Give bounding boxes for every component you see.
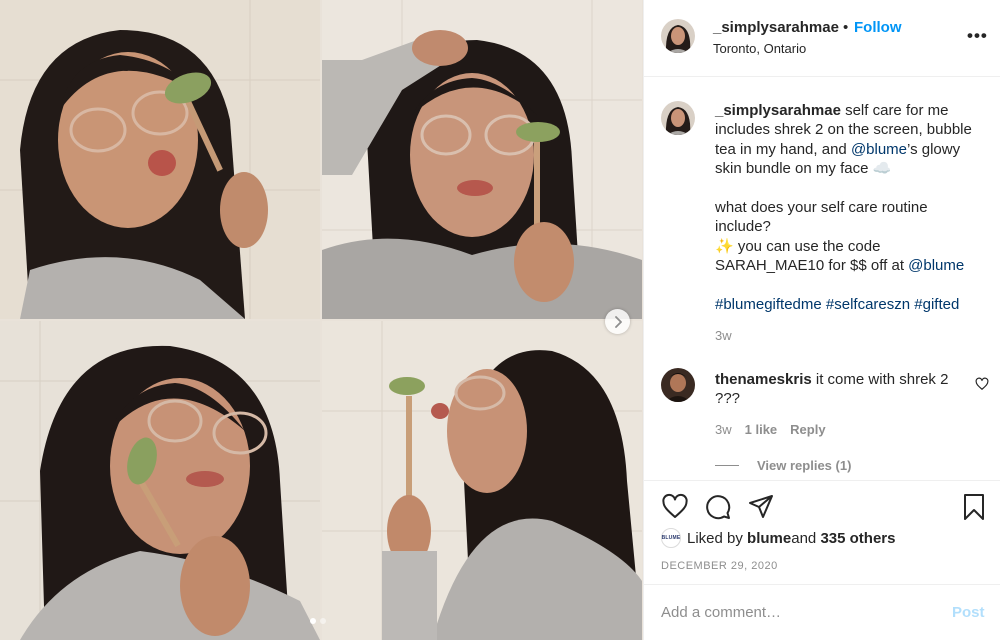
comment-item: thenameskris it come with shrek 2 ??? — [715, 370, 977, 409]
caption-timestamp: 3w — [715, 328, 732, 343]
commenter-avatar[interactable] — [661, 368, 695, 402]
post-comment-button[interactable]: Post — [952, 604, 985, 621]
view-replies-button[interactable]: View replies (1) — [715, 458, 851, 473]
save-button[interactable] — [960, 493, 988, 521]
bookmark-icon — [964, 494, 984, 520]
author-username[interactable]: _simplysarahmae — [713, 19, 839, 36]
post-sidebar: _simplysarahmae • Follow Toronto, Ontari… — [643, 0, 1000, 640]
add-comment-bar: Add a comment… Post — [644, 584, 1000, 640]
post-header: _simplysarahmae • Follow Toronto, Ontari… — [644, 0, 1000, 77]
author-avatar[interactable] — [661, 19, 695, 53]
photo-tile-3 — [0, 321, 320, 640]
photo-tile-4 — [322, 321, 642, 640]
reply-button[interactable]: Reply — [790, 422, 825, 437]
comment-likes-count[interactable]: 1 like — [745, 422, 778, 437]
comment-timestamp: 3w — [715, 422, 732, 437]
mention-blume-2[interactable]: @blume — [908, 257, 964, 274]
post-caption: _simplysarahmae self care for me include… — [715, 101, 987, 314]
carousel-dot-1 — [310, 618, 316, 624]
more-options-icon[interactable]: ••• — [967, 26, 988, 46]
carousel-dot-2 — [320, 618, 326, 624]
comment-bubble-icon — [706, 495, 731, 520]
comment-button[interactable] — [704, 493, 732, 521]
heart-icon — [662, 493, 688, 518]
comment-input[interactable]: Add a comment… — [661, 604, 781, 621]
header-separator: • — [843, 19, 849, 36]
caption-author-avatar[interactable] — [661, 101, 695, 135]
likes-middle: and — [791, 529, 817, 547]
caption-code-text: ✨ you can use the code SARAH_MAE10 for $… — [715, 237, 909, 275]
replies-divider — [715, 465, 739, 466]
likes-prefix: Liked by — [687, 529, 743, 547]
like-button[interactable] — [661, 493, 689, 521]
caption-hashtags[interactable]: #blumegiftedme #selfcareszn #gifted — [715, 295, 987, 314]
follow-button[interactable]: Follow — [854, 19, 902, 36]
photo-tile-2 — [322, 0, 642, 319]
liker-username[interactable]: blume — [747, 530, 791, 547]
share-button[interactable] — [747, 493, 775, 521]
likes-others-count[interactable]: 335 others — [820, 530, 895, 547]
post-location[interactable]: Toronto, Ontario — [713, 41, 806, 56]
post-media[interactable] — [0, 0, 643, 640]
likes-summary: BLUME Liked by blume and 335 others — [661, 528, 895, 548]
chevron-right-icon — [614, 315, 622, 328]
caption-question: what does your self care routine include… — [715, 199, 928, 236]
photo-tile-1 — [0, 0, 320, 319]
commenter-username[interactable]: thenameskris — [715, 371, 812, 388]
carousel-indicator — [310, 618, 326, 624]
post-date: DECEMBER 29, 2020 — [661, 560, 778, 572]
comment-meta: 3w 1 like Reply — [715, 422, 826, 437]
paper-plane-icon — [749, 495, 773, 518]
mention-blume-1[interactable]: @blume — [851, 141, 907, 158]
liker-avatar[interactable]: BLUME — [661, 528, 681, 548]
view-replies-label: View replies (1) — [757, 458, 852, 473]
caption-username[interactable]: _simplysarahmae — [715, 102, 841, 119]
post-actions: BLUME Liked by blume and 335 others DECE… — [644, 480, 1000, 584]
heart-icon[interactable] — [975, 377, 989, 391]
next-slide-button[interactable] — [605, 309, 630, 334]
instagram-post: _simplysarahmae • Follow Toronto, Ontari… — [0, 0, 1000, 640]
